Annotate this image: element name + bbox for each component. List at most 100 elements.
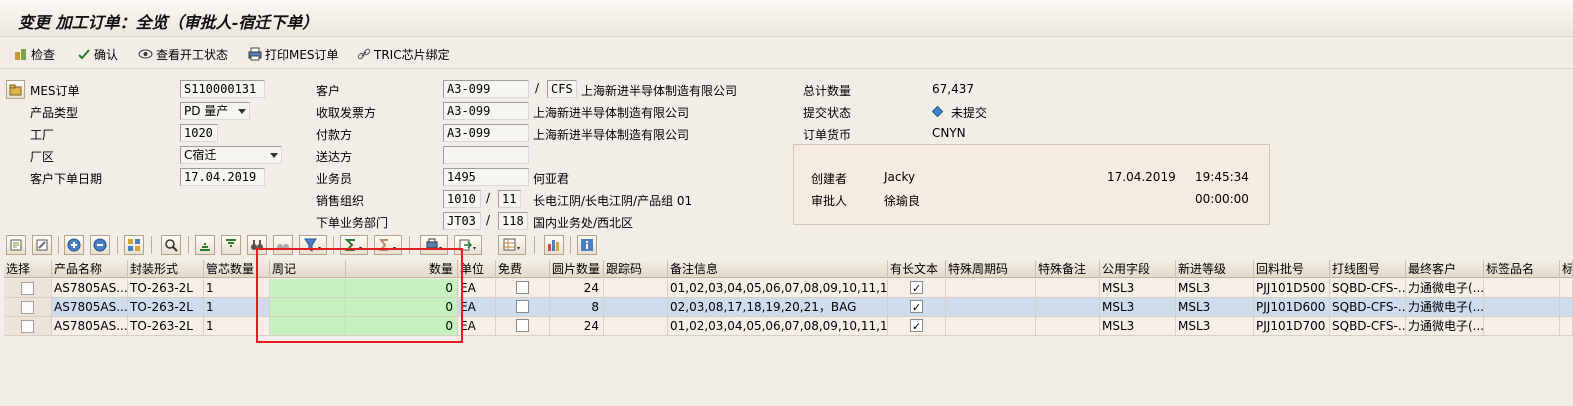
area-select[interactable]: C宿迁: [180, 146, 282, 164]
long-text-checkbox[interactable]: [910, 279, 923, 297]
special-cycle-cell[interactable]: [946, 298, 1036, 317]
payer-label: 付款方: [316, 128, 353, 142]
print-mes-button[interactable]: 打印MES订单: [248, 45, 339, 63]
trace-cell[interactable]: [604, 317, 668, 336]
long-text-checkbox[interactable]: [910, 317, 923, 335]
row-selector[interactable]: [4, 317, 52, 336]
col-label-name[interactable]: 标签品名: [1484, 260, 1560, 278]
free-checkbox[interactable]: [516, 281, 529, 294]
view-status-button[interactable]: 查看开工状态: [138, 45, 228, 63]
special-remark-cell[interactable]: [1036, 317, 1100, 336]
sales-rep-field[interactable]: 1495: [443, 168, 529, 186]
col-package[interactable]: 封装形式: [128, 260, 204, 278]
long-text-cell: [888, 317, 946, 336]
col-trace[interactable]: 跟踪码: [604, 260, 668, 278]
edit-button[interactable]: [32, 235, 52, 255]
table-row[interactable]: AS7805AS... TO-263-2L 1 0 EA 24 01,02,03…: [4, 279, 1573, 298]
dept-field[interactable]: JT03: [443, 212, 481, 230]
special-cycle-cell[interactable]: [946, 317, 1036, 336]
col-special-cycle[interactable]: 特殊周期码: [946, 260, 1036, 278]
col-long-text[interactable]: 有长文本: [888, 260, 946, 278]
product-cell: AS7805AS...: [52, 317, 128, 336]
col-customer[interactable]: 最终客户: [1406, 260, 1484, 278]
table-row[interactable]: AS7805AS... TO-263-2L 1 0 EA 24 01,02,03…: [4, 317, 1573, 336]
select-all-button[interactable]: [124, 235, 144, 255]
customer-short-field[interactable]: CFS: [547, 80, 577, 98]
free-cell: [496, 317, 550, 336]
customer-label: 客户: [316, 84, 341, 98]
customer-name: 上海新进半导体制造有限公司: [581, 84, 738, 98]
col-wafer-qty[interactable]: 圆片数量: [550, 260, 604, 278]
free-checkbox[interactable]: [516, 300, 529, 313]
sales-org-field[interactable]: 1010: [443, 190, 481, 208]
product-type-select[interactable]: PD 量产: [180, 102, 250, 120]
unit-cell: EA: [458, 298, 496, 317]
details-button[interactable]: [6, 235, 26, 255]
plant-field[interactable]: 1020: [180, 124, 218, 142]
sort-desc-button[interactable]: [221, 235, 241, 255]
folder-icon: [9, 84, 22, 95]
grid-select-icon: [128, 239, 140, 251]
row-selector[interactable]: [4, 279, 52, 298]
area-label: 厂区: [30, 150, 55, 164]
col-special-remark[interactable]: 特殊备注: [1036, 260, 1100, 278]
col-more[interactable]: 标: [1560, 260, 1573, 278]
insert-row-button[interactable]: [64, 235, 84, 255]
row-select-box[interactable]: [21, 320, 34, 333]
order-date-field[interactable]: 17.04.2019: [180, 168, 265, 186]
approver-label: 审批人: [811, 194, 848, 208]
row-selector[interactable]: [4, 298, 52, 317]
special-remark-cell[interactable]: [1036, 298, 1100, 317]
special-cycle-cell[interactable]: [946, 279, 1036, 298]
col-wire[interactable]: 打线图号: [1330, 260, 1406, 278]
customer-field[interactable]: A3-099: [443, 80, 529, 98]
row-select-box[interactable]: [21, 301, 34, 314]
payer-field[interactable]: A3-099: [443, 124, 529, 142]
tric-bind-button[interactable]: TRIC芯片绑定: [357, 45, 450, 63]
sort-asc-button[interactable]: [195, 235, 215, 255]
check-button[interactable]: 检查: [14, 45, 55, 63]
package-cell: TO-263-2L: [128, 279, 204, 298]
grid-toolbar: [0, 233, 1573, 257]
col-lot[interactable]: 回料批号: [1254, 260, 1330, 278]
remark-cell: 02,03,08,17,18,19,20,21，BAG: [668, 298, 888, 317]
dept-num-field[interactable]: 118: [498, 212, 528, 230]
layout-button[interactable]: [498, 235, 526, 255]
total-qty-value: 67,437: [932, 82, 974, 96]
col-product[interactable]: 产品名称: [52, 260, 128, 278]
long-text-checkbox[interactable]: [910, 298, 923, 316]
label-name-cell: [1484, 298, 1560, 317]
row-select-box[interactable]: [21, 282, 34, 295]
approver-value: 徐瑜良: [884, 194, 921, 208]
info-button[interactable]: [577, 235, 597, 255]
chevron-down-icon: [238, 109, 246, 114]
eye-icon: [138, 49, 153, 59]
col-remark[interactable]: 备注信息: [668, 260, 888, 278]
approve-time: 00:00:00: [1195, 192, 1249, 206]
graphic-button[interactable]: [544, 235, 564, 255]
col-public[interactable]: 公用字段: [1100, 260, 1176, 278]
col-grade[interactable]: 新进等级: [1176, 260, 1254, 278]
col-unit[interactable]: 单位: [458, 260, 496, 278]
table-row[interactable]: AS7805AS... TO-263-2L 1 0 EA 8 02,03,08,…: [4, 298, 1573, 317]
col-free[interactable]: 免费: [496, 260, 550, 278]
trace-cell[interactable]: [604, 298, 668, 317]
expand-header-button[interactable]: [6, 80, 25, 99]
special-remark-cell[interactable]: [1036, 279, 1100, 298]
ship-to-field[interactable]: [443, 146, 529, 164]
more-cell: [1560, 279, 1573, 298]
mes-order-field[interactable]: S110000131: [180, 80, 265, 98]
confirm-button[interactable]: 确认: [77, 45, 118, 63]
find-button[interactable]: [161, 235, 181, 255]
lot-cell: PJJ101D700: [1254, 317, 1330, 336]
col-select[interactable]: 选择: [4, 260, 52, 278]
division-field[interactable]: 11: [498, 190, 521, 208]
submit-status-value: 未提交: [951, 106, 988, 120]
trace-cell[interactable]: [604, 279, 668, 298]
delete-row-button[interactable]: [90, 235, 110, 255]
free-cell: [496, 279, 550, 298]
free-checkbox[interactable]: [516, 319, 529, 332]
label-name-cell: [1484, 317, 1560, 336]
creator-label: 创建者: [811, 172, 848, 186]
invoice-field[interactable]: A3-099: [443, 102, 529, 120]
